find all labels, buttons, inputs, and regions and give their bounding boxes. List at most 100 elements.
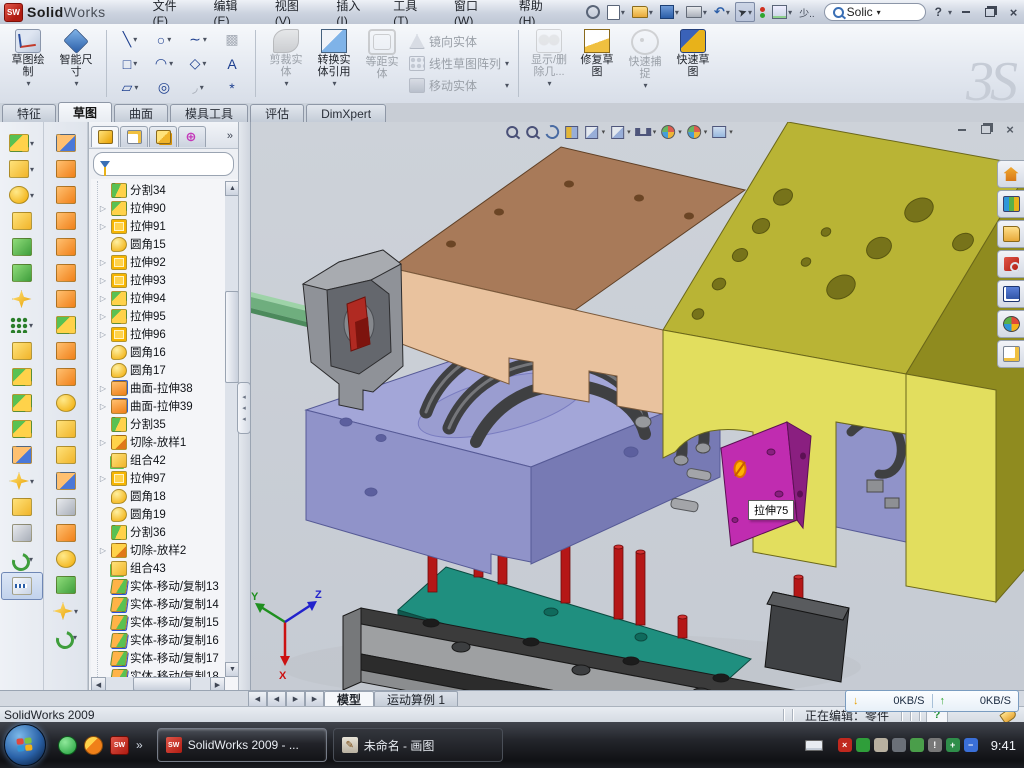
- panel-splitter[interactable]: ◂◂◂: [239, 122, 251, 690]
- expander-icon[interactable]: ▷: [98, 384, 108, 393]
- tree-item[interactable]: ▷拉伸95: [98, 307, 225, 325]
- tree-horizontal-scrollbar[interactable]: ◀ ▶: [91, 677, 225, 690]
- tree-item[interactable]: ▷拉伸97: [98, 469, 225, 487]
- model-tab-nav-0[interactable]: ◀: [248, 691, 267, 707]
- move-copy-body-button[interactable]: [2, 442, 42, 468]
- help-button[interactable]: ?: [933, 3, 944, 21]
- expander-icon[interactable]: ▷: [98, 276, 108, 285]
- graphics-viewport[interactable]: ▾▾▾▾▾▾ ×: [251, 122, 1024, 690]
- scroll-down-icon[interactable]: ▼: [225, 662, 238, 677]
- tree-filter-input[interactable]: [93, 152, 234, 176]
- tree-item[interactable]: ▷拉伸96: [98, 325, 225, 343]
- solidworks-search-button[interactable]: [997, 250, 1024, 278]
- panel-more-button[interactable]: »: [224, 130, 236, 142]
- sketch-ellipse-button[interactable]: ◇▾: [181, 52, 215, 76]
- tree-item[interactable]: 圆角15: [98, 235, 225, 253]
- expander-icon[interactable]: ▷: [98, 402, 108, 411]
- untrim-surface-button[interactable]: [46, 442, 86, 468]
- expander-icon[interactable]: ▷: [98, 204, 108, 213]
- print-button[interactable]: ▾: [684, 3, 709, 21]
- section-view-button[interactable]: [564, 124, 580, 140]
- network-speed-widget[interactable]: ↓0KB/S ↑0KB/S: [845, 690, 1019, 712]
- appearances-scenes-button[interactable]: [997, 310, 1024, 338]
- wrap-button[interactable]: [46, 260, 86, 286]
- sync-icon[interactable]: [910, 738, 924, 752]
- quick-snaps-button[interactable]: 快速捕 捉▾: [621, 26, 669, 101]
- tree-item[interactable]: 组合43: [98, 559, 225, 577]
- replace-face-button[interactable]: [46, 416, 86, 442]
- tree-item[interactable]: 组合42: [98, 451, 225, 469]
- boundary-surface-button[interactable]: [46, 234, 86, 260]
- tree-item[interactable]: 实体-移动/复制16: [98, 631, 225, 649]
- tree-item[interactable]: 圆角16: [98, 343, 225, 361]
- loft-surface-button[interactable]: [46, 208, 86, 234]
- tree-item[interactable]: 分割34: [98, 181, 225, 199]
- network-warning-icon[interactable]: !: [928, 738, 942, 752]
- tab-模具工具[interactable]: 模具工具: [170, 104, 248, 122]
- model-tab-nav-3[interactable]: ▶: [305, 691, 324, 707]
- model-tab-nav-2[interactable]: ▶: [286, 691, 305, 707]
- mold-right-detail[interactable]: [836, 419, 906, 542]
- planar-surface-button[interactable]: [46, 286, 86, 312]
- tree-item[interactable]: 实体-移动/复制17: [98, 649, 225, 667]
- sketch-draw-button[interactable]: 草图绘 制▾: [4, 26, 52, 101]
- tree-item[interactable]: 实体-移动/复制15: [98, 613, 225, 631]
- helix-button[interactable]: ▾: [2, 546, 42, 572]
- tab-评估[interactable]: 评估: [250, 104, 304, 122]
- extruded-boss-button[interactable]: ▾: [2, 130, 42, 156]
- tree-item[interactable]: 分割36: [98, 523, 225, 541]
- view-settings-button[interactable]: ▾: [711, 124, 733, 140]
- vertical-scroll-thumb[interactable]: [225, 291, 238, 383]
- hole-wizard-button[interactable]: [2, 286, 42, 312]
- dimxpert-manager-tab[interactable]: ⊕: [178, 126, 206, 147]
- expander-icon[interactable]: ▷: [98, 330, 108, 339]
- expander-icon[interactable]: ▷: [98, 312, 108, 321]
- reference-axis-button[interactable]: [2, 520, 42, 546]
- tab-特征[interactable]: 特征: [2, 104, 56, 122]
- flex-button[interactable]: [46, 130, 86, 156]
- extruded-cut-button[interactable]: ▾: [2, 156, 42, 182]
- display-delete-relations-button[interactable]: 显示/删 除几...▾: [525, 26, 573, 101]
- intersect-button[interactable]: [2, 390, 42, 416]
- delete-face-button[interactable]: [46, 390, 86, 416]
- tree-item[interactable]: ▷拉伸91: [98, 217, 225, 235]
- selection-filter-button[interactable]: 少..: [797, 3, 817, 21]
- sketch-sketch-fillet-button[interactable]: ◞▾: [181, 76, 215, 100]
- freeform-button[interactable]: [46, 494, 86, 520]
- start-button[interactable]: [4, 724, 46, 766]
- display-style-button[interactable]: ▾: [584, 124, 606, 140]
- exploded-mold-assembly[interactable]: X Y Z: [251, 122, 1024, 690]
- linear-sketch-pattern-button[interactable]: 线性草图阵列▾: [406, 54, 512, 74]
- taskbar-button-0[interactable]: SWSolidWorks 2009 - ...: [157, 728, 327, 762]
- hide-show-items-button[interactable]: ▾: [635, 124, 657, 140]
- shell-button[interactable]: [2, 234, 42, 260]
- file-explorer-button[interactable]: [997, 220, 1024, 248]
- tree-item[interactable]: ▷曲面-拉伸39: [98, 397, 225, 415]
- shape-button[interactable]: [46, 546, 86, 572]
- select-button[interactable]: ➤▾: [735, 2, 755, 22]
- sketch-trim-box-button[interactable]: ▩: [215, 28, 249, 52]
- rebuild-button[interactable]: [758, 3, 767, 21]
- messenger-blocked-icon[interactable]: −: [964, 738, 978, 752]
- sketch-slot-button[interactable]: ▱▾: [113, 76, 147, 100]
- thicken-button[interactable]: [46, 338, 86, 364]
- shield-plus-icon[interactable]: +: [946, 738, 960, 752]
- sketch-spline-button[interactable]: ∼▾: [181, 28, 215, 52]
- app-restore-button[interactable]: [979, 5, 1000, 20]
- tree-item[interactable]: ▷拉伸92: [98, 253, 225, 271]
- spiral-button[interactable]: ▾: [46, 624, 86, 650]
- tree-item[interactable]: ▷切除-放样1: [98, 433, 225, 451]
- tree-item[interactable]: 圆角17: [98, 361, 225, 379]
- scroll-right-icon[interactable]: ▶: [210, 677, 225, 690]
- solidworks-quicklaunch-icon[interactable]: SW: [110, 736, 129, 755]
- draft-button[interactable]: [2, 260, 42, 286]
- trim-entities-button[interactable]: 剪裁实 体▾: [262, 26, 310, 101]
- quick-launch-chevron[interactable]: »: [136, 738, 143, 752]
- antivirus-alert-icon[interactable]: ×: [838, 738, 852, 752]
- zoom-area-button[interactable]: [524, 124, 540, 140]
- expander-icon[interactable]: ▷: [98, 258, 108, 267]
- sketch-arc-button[interactable]: ◠▾: [147, 52, 181, 76]
- taskbar-clock[interactable]: 9:41: [991, 738, 1016, 753]
- zoom-fit-button[interactable]: [504, 124, 520, 140]
- reference-plane-button[interactable]: [2, 494, 42, 520]
